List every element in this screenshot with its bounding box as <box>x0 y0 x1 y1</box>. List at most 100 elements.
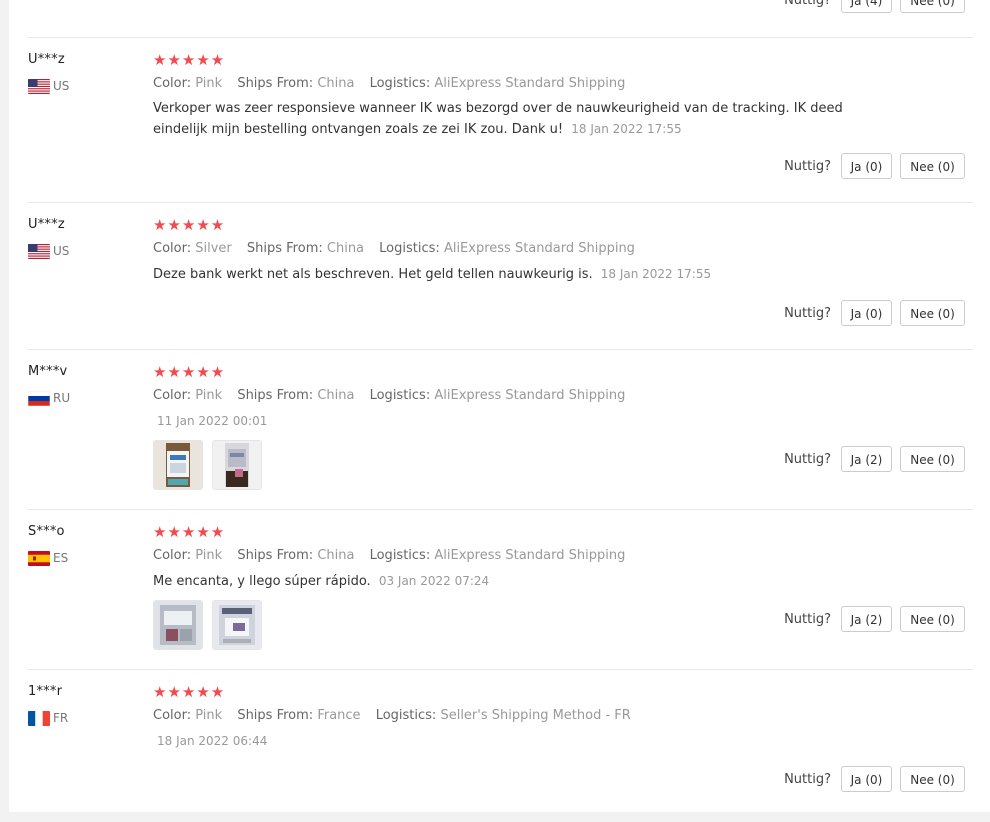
color-value: Pink <box>195 708 223 723</box>
vote-yes-button[interactable]: Ja (2) <box>841 446 892 472</box>
logistics-label: Logistics: <box>375 708 437 723</box>
ships-from-value: China <box>317 388 355 403</box>
review-divider <box>28 509 973 510</box>
review-item: 1***r FR ★★★★★ Color: Pink Ships From: F… <box>28 669 973 812</box>
vote-no-button[interactable]: Nee (0) <box>900 606 965 632</box>
review-photo-thumbnail[interactable] <box>153 600 203 650</box>
review-date: 11 Jan 2022 00:01 <box>157 414 268 428</box>
reviewer-name: 1***r <box>28 684 63 699</box>
star-rating: ★★★★★ <box>153 683 226 701</box>
vote-no-button[interactable]: Nee (0) <box>900 300 965 326</box>
review-photo-thumbnail[interactable] <box>212 440 263 490</box>
helpful-label: Nuttig? <box>784 159 831 174</box>
order-properties: Color: Pink Ships From: China Logistics:… <box>153 388 625 403</box>
vote-no-button[interactable]: Nee (0) <box>900 153 965 179</box>
review-text-block: Deze bank werkt net als beschreven. Het … <box>153 264 853 285</box>
helpful-label: Nuttig? <box>784 452 831 467</box>
review-photo-thumbnail[interactable] <box>153 440 203 490</box>
left-gutter <box>0 0 9 822</box>
review-text-block: Me encanta, y llego súper rápido. 03 Jan… <box>153 571 853 592</box>
es-flag-icon <box>28 551 50 566</box>
reviewer-name: M***v <box>28 364 68 379</box>
helpful-label: Nuttig? <box>784 0 831 8</box>
review-divider <box>28 349 973 350</box>
vote-yes-button[interactable]: Ja (0) <box>841 300 892 326</box>
reviewer-country: US <box>53 79 70 93</box>
ships-from-label: Ships From: <box>237 708 314 723</box>
logistics-label: Logistics: <box>369 76 431 91</box>
helpful-votes: Nuttig? Ja (0) Nee (0) <box>765 766 965 792</box>
star-rating: ★★★★★ <box>153 363 226 381</box>
helpful-label: Nuttig? <box>784 612 831 627</box>
color-label: Color: <box>153 708 192 723</box>
reviewer-country: RU <box>53 391 71 405</box>
review-text-block: 11 Jan 2022 00:01 <box>153 411 853 432</box>
bottom-gutter <box>0 812 990 822</box>
vote-no-button[interactable]: Nee (0) <box>900 446 965 472</box>
us-flag-icon <box>28 244 50 259</box>
reviewer-country: US <box>53 244 70 258</box>
logistics-label: Logistics: <box>379 241 440 256</box>
review-photos <box>153 600 266 654</box>
review-date: 18 Jan 2022 06:44 <box>157 734 268 748</box>
ships-from-label: Ships From: <box>237 76 314 91</box>
review-text: Deze bank werkt net als beschreven. Het … <box>153 267 593 282</box>
logistics-value: Seller's Shipping Method - FR <box>440 708 631 723</box>
reviewer-country: ES <box>53 551 69 565</box>
color-value: Pink <box>195 548 223 563</box>
review-photos <box>153 440 266 494</box>
order-properties: Color: Silver Ships From: China Logistic… <box>153 241 635 256</box>
star-rating: ★★★★★ <box>153 523 226 541</box>
color-value: Pink <box>195 388 223 403</box>
vote-no-button[interactable]: Nee (0) <box>900 0 965 13</box>
vote-yes-button[interactable]: Ja (4) <box>841 0 892 13</box>
helpful-votes: Nuttig? Ja (0) Nee (0) <box>765 300 965 326</box>
logistics-label: Logistics: <box>369 388 431 403</box>
star-rating: ★★★★★ <box>153 51 226 69</box>
reviewer-name: S***o <box>28 524 65 539</box>
star-rating: ★★★★★ <box>153 216 226 234</box>
review-item: S***o ES ★★★★★ Color: Pink Ships From: C… <box>28 509 973 669</box>
vote-yes-button[interactable]: Ja (2) <box>841 606 892 632</box>
helpful-votes: Nuttig? Ja (2) Nee (0) <box>765 446 965 472</box>
review-date: 03 Jan 2022 07:24 <box>378 574 490 588</box>
helpful-votes: Nuttig? Ja (4) Nee (0) <box>765 0 965 13</box>
ships-from-value: China <box>317 548 355 563</box>
review-divider <box>28 669 973 670</box>
order-properties: Color: Pink Ships From: China Logistics:… <box>153 76 625 91</box>
helpful-label: Nuttig? <box>784 772 831 787</box>
review-text-block: 18 Jan 2022 06:44 <box>153 731 853 752</box>
helpful-votes: Nuttig? Ja (0) Nee (0) <box>765 153 965 179</box>
review-text-block: Verkoper was zeer responsieve wanneer IK… <box>153 99 853 140</box>
ru-flag-icon <box>28 391 50 406</box>
color-value: Pink <box>195 76 223 91</box>
review-divider <box>28 202 973 203</box>
logistics-value: AliExpress Standard Shipping <box>443 241 635 256</box>
ships-from-label: Ships From: <box>237 548 314 563</box>
vote-yes-button[interactable]: Ja (0) <box>841 153 892 179</box>
review-text: Verkoper was zeer responsieve wanneer IK… <box>153 101 843 137</box>
color-label: Color: <box>153 76 192 91</box>
review-date: 18 Jan 2022 17:55 <box>571 122 682 136</box>
review-item: U***z US ★★★★★ Color: Silver Ships From:… <box>28 202 973 349</box>
helpful-votes: Nuttig? Ja (2) Nee (0) <box>765 606 965 632</box>
fr-flag-icon <box>28 711 50 726</box>
review-divider <box>28 37 973 38</box>
review-item: M***v RU ★★★★★ Color: Pink Ships From: C… <box>28 349 973 509</box>
review-text: Me encanta, y llego súper rápido. <box>153 574 371 589</box>
color-label: Color: <box>153 388 192 403</box>
color-value: Silver <box>195 241 232 256</box>
review-photo-thumbnail[interactable] <box>212 600 263 650</box>
reviewer-name: U***z <box>28 52 65 67</box>
color-label: Color: <box>153 548 192 563</box>
us-flag-icon <box>28 79 50 94</box>
ships-from-label: Ships From: <box>237 388 314 403</box>
ships-from-value: China <box>326 241 365 256</box>
ships-from-value: France <box>317 708 361 723</box>
vote-yes-button[interactable]: Ja (0) <box>841 766 892 792</box>
vote-no-button[interactable]: Nee (0) <box>900 766 965 792</box>
review-item: U***z US ★★★★★ Color: Pink Ships From: C… <box>28 37 973 202</box>
ships-from-label: Ships From: <box>246 241 323 256</box>
logistics-value: AliExpress Standard Shipping <box>434 548 626 563</box>
ships-from-value: China <box>317 76 355 91</box>
